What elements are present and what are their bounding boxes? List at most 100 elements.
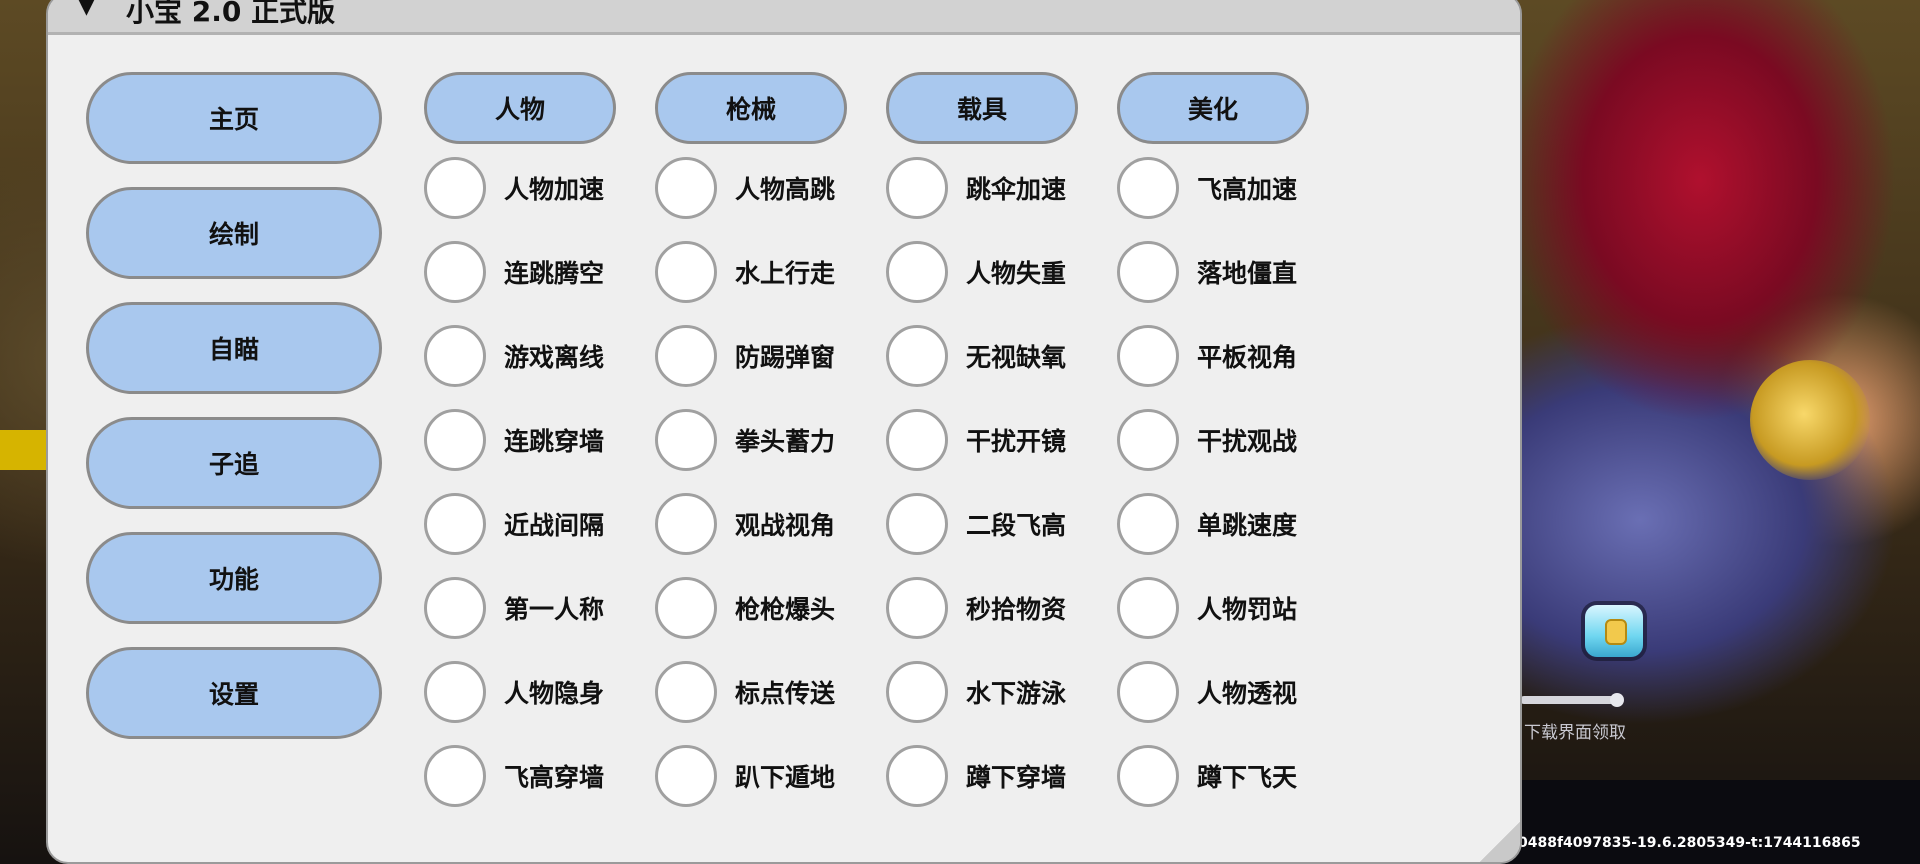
toggle-checkbox[interactable] [886,409,948,471]
feature-toggle[interactable]: 单跳速度 [1117,489,1337,559]
toggle-checkbox[interactable] [424,661,486,723]
toggle-checkbox[interactable] [424,745,486,807]
feature-toggle-label: 无视缺氧 [966,343,1067,372]
toggle-checkbox[interactable] [1117,577,1179,639]
feature-toggle[interactable]: 飞高穿墙 [424,741,644,811]
feature-toggle[interactable]: 飞高加速 [1117,153,1337,223]
feature-toggle-label: 飞高加速 [1197,175,1298,204]
feature-toggle-label: 干扰开镜 [966,427,1067,456]
toggle-checkbox[interactable] [655,241,717,303]
feature-toggle[interactable]: 近战间隔 [424,489,644,559]
title-bar[interactable]: ▼ 小宝 2.0 正式版 [48,0,1520,35]
sidebar-item-tracking[interactable]: 子追 [86,417,382,509]
toggle-checkbox[interactable] [1117,157,1179,219]
game-bottom-bar [1500,780,1920,864]
feature-toggle-label: 二段飞高 [966,511,1067,540]
feature-toggle[interactable]: 防踢弹窗 [655,321,875,391]
feature-toggle[interactable]: 平板视角 [1117,321,1337,391]
sidebar-item-settings[interactable]: 设置 [86,647,382,739]
tab-vehicles[interactable]: 载具 [886,72,1078,144]
feature-toggle[interactable]: 趴下遁地 [655,741,875,811]
feature-toggle-label: 连跳腾空 [504,259,605,288]
toggle-checkbox[interactable] [886,157,948,219]
window-title: 小宝 2.0 正式版 [126,0,336,28]
feature-toggle[interactable]: 拳头蓄力 [655,405,875,475]
feature-toggle[interactable]: 第一人称 [424,573,644,643]
feature-toggle-label: 干扰观战 [1197,427,1298,456]
build-info-text: 0488f4097835-19.6.2805349-t:1744116865 [1518,835,1861,851]
toggle-checkbox[interactable] [655,493,717,555]
feature-toggle-label: 标点传送 [735,679,836,708]
toggle-checkbox[interactable] [1117,325,1179,387]
feature-toggle[interactable]: 落地僵直 [1117,237,1337,307]
toggle-checkbox[interactable] [1117,409,1179,471]
tab-weapons[interactable]: 枪械 [655,72,847,144]
feature-toggle[interactable]: 水下游泳 [886,657,1106,727]
feature-toggle-label: 观战视角 [735,511,836,540]
toggle-checkbox[interactable] [424,325,486,387]
feature-toggle-label: 人物加速 [504,175,605,204]
tab-cosmetics[interactable]: 美化 [1117,72,1309,144]
feature-toggle[interactable]: 秒拾物资 [886,573,1106,643]
feature-toggle-label: 近战间隔 [504,511,605,540]
feature-toggle[interactable]: 蹲下飞天 [1117,741,1337,811]
feature-toggle[interactable]: 游戏离线 [424,321,644,391]
feature-toggle[interactable]: 二段飞高 [886,489,1106,559]
toggle-checkbox[interactable] [424,577,486,639]
feature-toggle[interactable]: 无视缺氧 [886,321,1106,391]
toggle-checkbox[interactable] [424,409,486,471]
toggle-checkbox[interactable] [886,577,948,639]
sidebar-item-draw[interactable]: 绘制 [86,187,382,279]
collapse-arrow-icon[interactable]: ▼ [78,0,95,19]
feature-toggle[interactable]: 干扰开镜 [886,405,1106,475]
toggle-checkbox[interactable] [655,745,717,807]
sidebar-item-aim[interactable]: 自瞄 [86,302,382,394]
toggle-checkbox[interactable] [886,325,948,387]
toggle-checkbox[interactable] [424,241,486,303]
feature-toggle[interactable]: 蹲下穿墙 [886,741,1106,811]
toggle-checkbox[interactable] [424,493,486,555]
toggle-checkbox[interactable] [886,745,948,807]
toggle-checkbox[interactable] [1117,745,1179,807]
feature-toggle[interactable]: 人物隐身 [424,657,644,727]
feature-toggle[interactable]: 连跳穿墙 [424,405,644,475]
toggle-checkbox[interactable] [886,493,948,555]
feature-toggle-label: 蹲下穿墙 [966,763,1067,792]
feature-toggle[interactable]: 人物透视 [1117,657,1337,727]
feature-toggle-label: 跳伞加速 [966,175,1067,204]
feature-toggle[interactable]: 连跳腾空 [424,237,644,307]
feature-toggle[interactable]: 水上行走 [655,237,875,307]
toggle-checkbox[interactable] [655,157,717,219]
feature-toggle-label: 人物失重 [966,259,1067,288]
claim-progress-bar [1520,693,1624,707]
toggle-checkbox[interactable] [424,157,486,219]
sidebar-item-home[interactable]: 主页 [86,72,382,164]
toggle-checkbox[interactable] [886,661,948,723]
toggle-checkbox[interactable] [655,577,717,639]
feature-toggle[interactable]: 标点传送 [655,657,875,727]
toggle-checkbox[interactable] [1117,661,1179,723]
feature-toggle-label: 单跳速度 [1197,511,1298,540]
feature-toggle[interactable]: 人物罚站 [1117,573,1337,643]
feature-toggle-label: 游戏离线 [504,343,605,372]
toggle-checkbox[interactable] [886,241,948,303]
sidebar-item-features[interactable]: 功能 [86,532,382,624]
feature-toggle[interactable]: 观战视角 [655,489,875,559]
toggle-checkbox[interactable] [655,661,717,723]
toggle-checkbox[interactable] [655,325,717,387]
treasure-chest-icon[interactable] [1585,605,1643,657]
feature-toggle[interactable]: 人物加速 [424,153,644,223]
feature-toggle-label: 人物高跳 [735,175,836,204]
tab-character[interactable]: 人物 [424,72,616,144]
toggle-checkbox[interactable] [1117,493,1179,555]
resize-handle[interactable] [1478,820,1520,862]
feature-toggle[interactable]: 干扰观战 [1117,405,1337,475]
feature-toggle[interactable]: 枪枪爆头 [655,573,875,643]
feature-toggle[interactable]: 跳伞加速 [886,153,1106,223]
feature-toggle[interactable]: 人物失重 [886,237,1106,307]
toggle-checkbox[interactable] [1117,241,1179,303]
feature-toggle[interactable]: 人物高跳 [655,153,875,223]
feature-toggle-label: 落地僵直 [1197,259,1298,288]
feature-toggle-label: 防踢弹窗 [735,343,836,372]
toggle-checkbox[interactable] [655,409,717,471]
